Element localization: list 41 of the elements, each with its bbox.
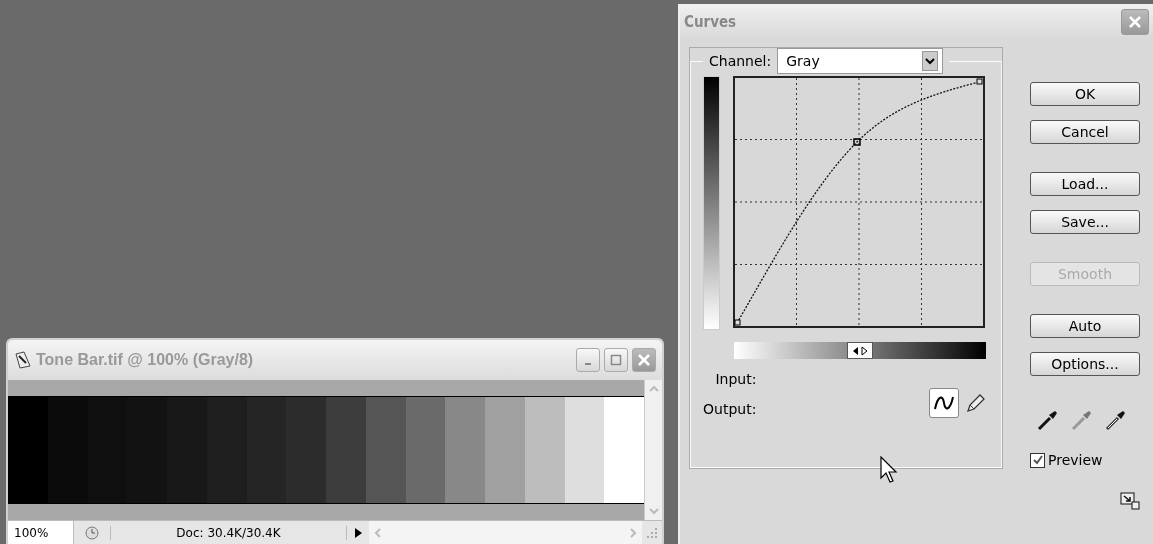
left-right-arrows-icon <box>851 344 869 357</box>
dialog-title: Curves <box>684 13 737 31</box>
channel-dropdown[interactable]: Gray <box>777 48 944 74</box>
zoom-field[interactable]: 100% <box>8 521 74 544</box>
scroll-right-icon[interactable] <box>628 525 638 540</box>
pencil-icon <box>965 392 987 414</box>
close-icon <box>1127 14 1143 30</box>
clock-icon[interactable] <box>84 524 100 541</box>
minimize-button[interactable] <box>576 348 600 372</box>
curve-graph[interactable] <box>733 76 985 328</box>
close-button[interactable] <box>1121 9 1149 35</box>
expand-view-icon[interactable] <box>1120 492 1140 510</box>
checkmark-icon <box>1031 454 1044 466</box>
minimize-icon <box>585 363 591 365</box>
close-icon <box>637 353 651 367</box>
maximize-button[interactable] <box>604 348 628 372</box>
document-size-info: Doc: 30.4K/30.4K <box>110 525 347 540</box>
dialog-button[interactable]: OK <box>1030 82 1140 106</box>
input-label: Input: <box>715 371 757 387</box>
dialog-button[interactable]: Options... <box>1030 352 1140 376</box>
gradient-toggle-button[interactable] <box>847 342 873 359</box>
eyedropper-icon[interactable] <box>1104 408 1128 432</box>
maximize-icon <box>610 354 622 366</box>
channel-label: Channel: <box>709 53 772 69</box>
dialog-button[interactable]: Cancel <box>1030 120 1140 144</box>
document-icon <box>14 351 32 369</box>
output-label: Output: <box>703 401 757 417</box>
dialog-button[interactable]: Load... <box>1030 172 1140 196</box>
scroll-down-icon[interactable] <box>646 506 661 516</box>
preview-checkbox[interactable]: Preview <box>1030 452 1103 468</box>
curve-tool-button[interactable] <box>929 388 959 418</box>
resize-grip-icon[interactable] <box>646 526 658 539</box>
scroll-left-icon[interactable] <box>373 525 383 540</box>
eyedropper-icon[interactable] <box>1036 408 1060 432</box>
dialog-button[interactable]: Auto <box>1030 314 1140 338</box>
horizontal-scrollbar[interactable] <box>369 521 642 544</box>
menu-arrow-icon[interactable] <box>353 526 363 539</box>
close-button[interactable] <box>632 348 656 372</box>
dialog-button[interactable]: Save... <box>1030 210 1140 234</box>
window-title: Tone Bar.tif @ 100% (Gray/8) <box>36 351 254 369</box>
vertical-scrollbar[interactable] <box>644 380 662 520</box>
